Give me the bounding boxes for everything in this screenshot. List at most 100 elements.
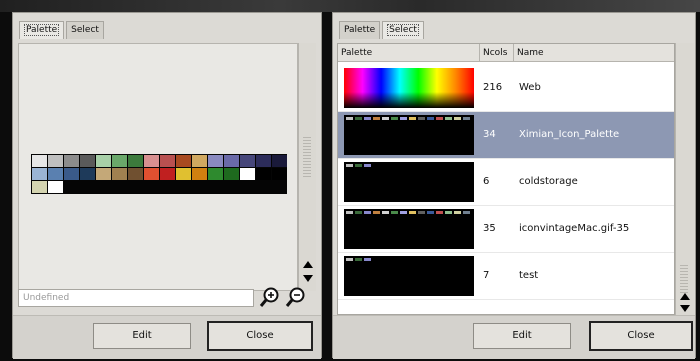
color-swatch[interactable] [207, 167, 223, 180]
color-swatch[interactable] [95, 167, 111, 180]
color-swatch[interactable] [271, 154, 287, 167]
color-swatch [409, 211, 416, 214]
zoom-out-icon[interactable] [285, 286, 307, 308]
color-swatch [436, 117, 443, 120]
color-swatch [454, 211, 461, 214]
palette-swatch-grid[interactable] [31, 154, 287, 194]
column-header-ncols[interactable]: Ncols [480, 44, 514, 62]
color-swatch [355, 211, 362, 214]
palette-name: test [519, 270, 539, 281]
palette-row[interactable]: 34 Ximian_Icon_Palette [338, 112, 674, 159]
color-swatch[interactable] [63, 154, 79, 167]
tab-palette[interactable]: Palette [339, 21, 381, 39]
color-swatch[interactable] [47, 167, 63, 180]
color-swatch[interactable] [111, 154, 127, 167]
desktop-background [0, 0, 700, 12]
scroll-down-arrow[interactable] [680, 305, 690, 312]
color-swatch [346, 117, 353, 120]
ncols-value: 34 [483, 129, 496, 140]
color-swatch [373, 211, 380, 214]
vertical-scrollbar[interactable] [675, 43, 694, 315]
color-swatch[interactable] [223, 167, 239, 180]
color-swatch [427, 117, 434, 120]
color-swatch[interactable] [95, 154, 111, 167]
color-swatch[interactable] [159, 167, 175, 180]
color-swatch [418, 117, 425, 120]
color-swatch[interactable] [31, 180, 47, 193]
color-swatch [364, 211, 371, 214]
color-swatch[interactable] [175, 167, 191, 180]
palette-row[interactable]: 216 Web [338, 65, 674, 112]
color-swatch[interactable] [79, 167, 95, 180]
palette-row[interactable]: 35 iconvintageMac.gif-35 [338, 206, 674, 253]
color-swatch [355, 258, 362, 261]
vertical-scrollbar[interactable] [298, 43, 316, 291]
scroll-up-arrow[interactable] [303, 261, 313, 268]
color-swatch[interactable] [79, 154, 95, 167]
palette-preview-area[interactable] [18, 43, 298, 291]
color-swatch [463, 117, 470, 120]
color-swatch[interactable] [143, 154, 159, 167]
color-swatch[interactable] [239, 167, 255, 180]
color-swatch [382, 211, 389, 214]
palette-name-input[interactable]: Undefined [18, 289, 254, 307]
color-swatch[interactable] [143, 167, 159, 180]
color-swatch[interactable] [239, 154, 255, 167]
color-swatch[interactable] [127, 167, 143, 180]
color-swatch[interactable] [63, 167, 79, 180]
color-swatch[interactable] [31, 154, 47, 167]
color-swatch [454, 117, 461, 120]
color-swatch[interactable] [127, 154, 143, 167]
zoom-in-icon[interactable] [259, 286, 281, 308]
color-swatch[interactable] [191, 167, 207, 180]
color-swatch[interactable] [175, 154, 191, 167]
color-swatch[interactable] [207, 154, 223, 167]
close-button[interactable]: Close [207, 321, 313, 351]
color-swatch [436, 211, 443, 214]
ncols-value: 7 [483, 270, 490, 281]
scroll-up-arrow[interactable] [680, 293, 690, 300]
palette-list[interactable]: Palette Ncols Name 216 Web 34 Ximian_Icon_P… [337, 43, 675, 315]
color-swatch [346, 211, 353, 214]
column-header-name[interactable]: Name [514, 44, 674, 62]
palette-preview [344, 68, 474, 108]
color-swatch [355, 164, 362, 167]
color-swatch[interactable] [47, 154, 63, 167]
color-swatch[interactable] [47, 180, 63, 193]
color-swatch[interactable] [255, 167, 271, 180]
palette-preview [344, 209, 474, 249]
color-swatch [400, 117, 407, 120]
color-swatch[interactable] [255, 154, 271, 167]
color-swatch [346, 258, 353, 261]
palette-name: Web [519, 82, 541, 93]
tab-select[interactable]: Select [382, 21, 424, 39]
color-swatch[interactable] [223, 154, 239, 167]
color-swatch [364, 164, 371, 167]
column-header-palette[interactable]: Palette [338, 44, 480, 62]
palette-row[interactable]: 6 coldstorage [338, 159, 674, 206]
palette-preview [344, 162, 474, 202]
tab-palette[interactable]: Palette [19, 21, 65, 39]
color-swatch [427, 211, 434, 214]
tab-select[interactable]: Select [66, 21, 104, 39]
ncols-value: 6 [483, 176, 490, 187]
color-swatch [463, 211, 470, 214]
edit-button[interactable]: Edit [473, 323, 571, 349]
edit-button[interactable]: Edit [93, 323, 191, 349]
color-swatch [418, 211, 425, 214]
palette-row[interactable]: 7 test [338, 253, 674, 300]
scrollbar-grip[interactable] [680, 265, 688, 295]
color-swatch[interactable] [191, 154, 207, 167]
ncols-value: 216 [483, 82, 503, 93]
color-swatch[interactable] [271, 167, 287, 180]
scrollbar-grip[interactable] [303, 137, 311, 177]
palette-select-dialog: Palette Select Palette Ncols Name 216 Web… [332, 12, 696, 359]
color-swatch[interactable] [159, 154, 175, 167]
tab-bar: Palette Select [339, 21, 424, 39]
scroll-down-arrow[interactable] [303, 275, 313, 282]
close-button[interactable]: Close [589, 321, 693, 351]
palette-name: coldstorage [519, 176, 578, 187]
color-swatch[interactable] [31, 167, 47, 180]
color-swatch[interactable] [111, 167, 127, 180]
palette-editor-dialog: Palette Select Undefined Edit Close [12, 12, 322, 359]
